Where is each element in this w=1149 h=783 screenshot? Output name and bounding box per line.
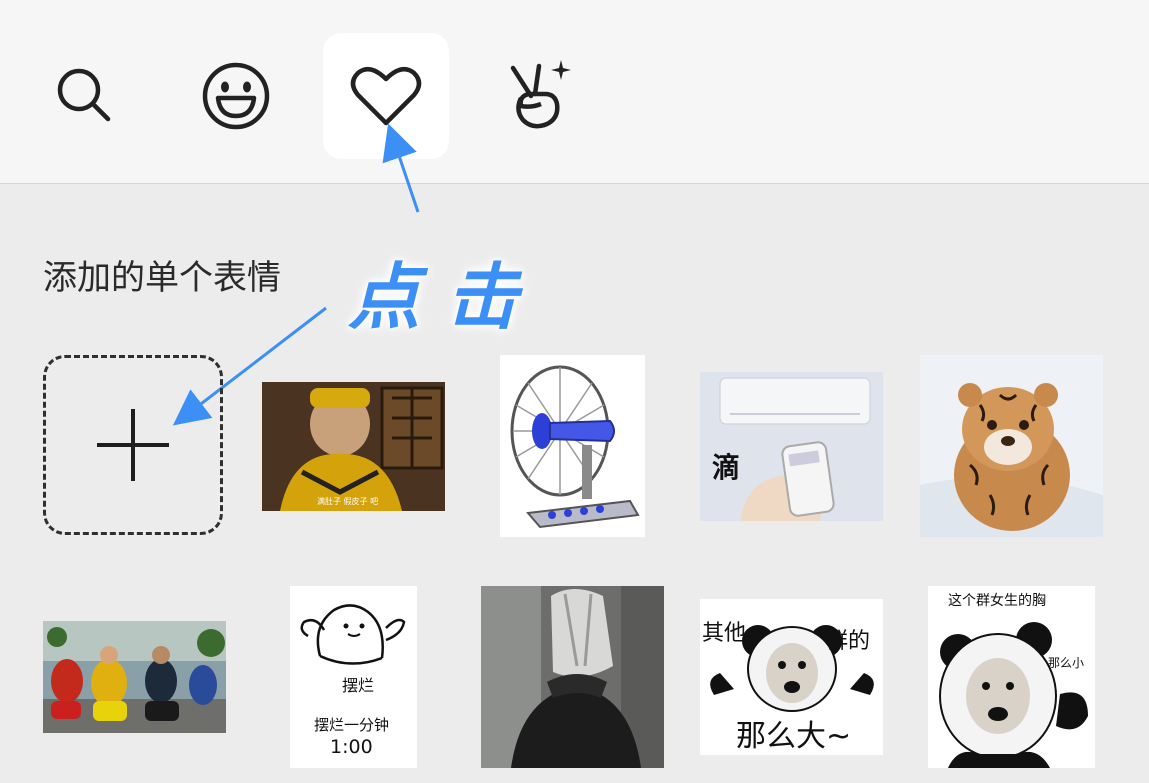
- sticker-caption-right: 那么小: [1048, 656, 1085, 670]
- monk-image: 满肚子 假皮子 吧: [262, 382, 445, 511]
- panda-body-image: [928, 586, 1095, 768]
- sticker-panda-2[interactable]: 这个群女生的胸 那么小: [928, 586, 1095, 768]
- sticker-fan[interactable]: [500, 355, 645, 537]
- tab-favorites[interactable]: [323, 33, 449, 159]
- sticker-caption-bottom: 1:00: [330, 736, 373, 758]
- tab-gestures[interactable]: [475, 33, 601, 159]
- svg-text:满肚子 假皮子 吧: 满肚子 假皮子 吧: [317, 496, 378, 506]
- search-icon: [57, 68, 111, 122]
- sticker-caption-top: 摆烂: [342, 676, 375, 695]
- victory-hand-icon: [510, 60, 571, 129]
- scooter-crew-image: [43, 621, 226, 733]
- add-sticker-button[interactable]: [43, 355, 223, 535]
- tiger-image: [920, 355, 1103, 537]
- plus-icon: [97, 409, 169, 481]
- sticker-give-up[interactable]: 摆烂 摆烂一分钟 1:00: [290, 586, 417, 768]
- sticker-masked-person[interactable]: [481, 586, 664, 768]
- sticker-caption-mid: 摆烂一分钟: [314, 716, 390, 734]
- sticker-caption: 滴: [712, 451, 741, 484]
- smiley-icon: [202, 62, 270, 130]
- sticker-panda-1[interactable]: 其他 群的 那么大~: [700, 599, 883, 755]
- heart-icon: [350, 66, 422, 126]
- sticker-caption-left: 其他: [702, 621, 747, 646]
- masked-person-image: [481, 586, 664, 768]
- sticker-scooter-crew[interactable]: [43, 621, 226, 733]
- emoji-tab-bar: [0, 0, 1149, 184]
- annotation-click-label: 点击: [348, 254, 545, 339]
- sticker-caption-top: 这个群女生的胸: [948, 593, 1046, 609]
- section-title: 添加的单个表情: [43, 258, 281, 298]
- tab-emoji[interactable]: [173, 33, 299, 159]
- sticker-monk[interactable]: 满肚子 假皮子 吧: [262, 382, 445, 511]
- sticker-caption-right: 群的: [826, 629, 871, 654]
- sticker-tiger[interactable]: [920, 355, 1103, 537]
- sticker-caption-bottom: 那么大~: [736, 719, 852, 754]
- tab-search[interactable]: [22, 33, 148, 159]
- fan-image: [500, 355, 645, 537]
- sticker-ac-remote[interactable]: 滴: [700, 372, 883, 521]
